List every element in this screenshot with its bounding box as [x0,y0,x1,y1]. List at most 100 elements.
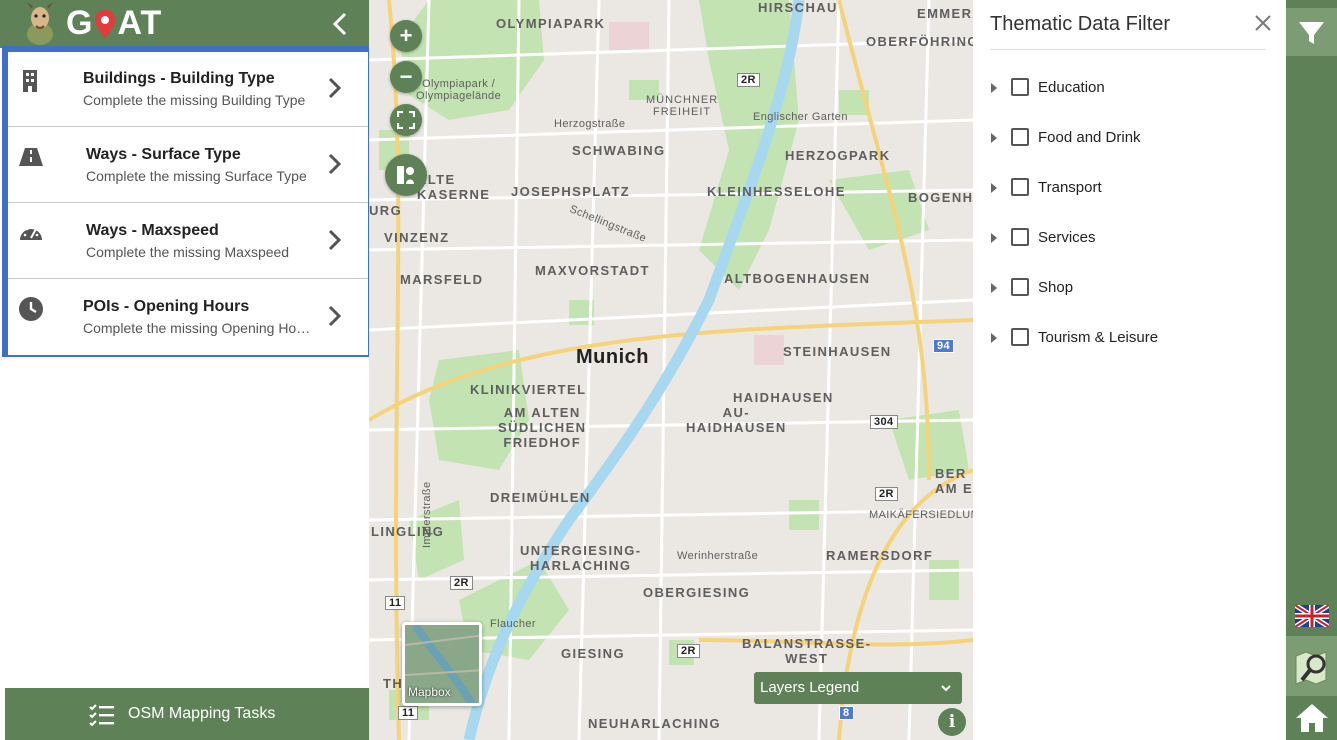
mapping-task-list: Buildings - Building Type Complete the m… [2,46,374,357]
filter-item-education[interactable]: Education [990,75,1270,101]
task-surface-type[interactable]: Ways - Surface Type Complete the missing… [8,128,368,203]
filter-item-transport[interactable]: Transport [990,175,1270,201]
map-label: Herzogstraße [554,118,626,130]
map-label: BALANSTRASSE- WEST [742,636,872,666]
zoom-out-button[interactable]: − [390,61,422,93]
info-icon: i [948,712,956,732]
road-badge: 2R [677,644,700,658]
task-opening-hours[interactable]: POIs - Opening Hours Complete the missin… [8,280,368,355]
divider [990,49,1266,50]
caret-right-icon[interactable] [990,82,998,94]
filter-label: Services [1038,229,1096,246]
filter-label: Food and Drink [1038,129,1141,146]
task-title: Ways - Maxspeed [86,222,219,239]
map-label: MAXVORSTADT [535,263,650,278]
map-label: MÜNCHNER FREIHEIT [646,94,719,118]
map-label: Flaucher [490,618,536,630]
city-label: Munich [576,346,649,368]
road-badge: 2R [450,576,473,590]
map-label: HAIDHAUSEN [733,390,834,405]
road-badge: 94 [933,339,955,353]
uk-flag-icon[interactable] [1295,605,1329,627]
isochrone-tool-button[interactable] [385,154,427,196]
filter-item-food-and-drink[interactable]: Food and Drink [990,125,1270,151]
map-person-icon [397,166,414,184]
checkbox[interactable] [1011,278,1029,296]
filter-label: Shop [1038,279,1074,296]
map-magnifier-icon [1295,651,1327,685]
basemap-label: Mapbox [408,685,451,699]
goat-mascot-logo [27,2,53,45]
caret-right-icon[interactable] [990,232,998,244]
osm-mapping-tasks-button[interactable]: OSM Mapping Tasks [5,688,369,740]
osm-mapping-tasks-label: OSM Mapping Tasks [128,705,276,722]
chevron-right-icon [328,153,342,175]
map-label: VINZENZ [384,230,450,245]
fullscreen-icon [397,111,415,129]
speedometer-icon [20,225,42,240]
building-icon [23,70,37,92]
task-title: Ways - Surface Type [86,146,241,163]
fullscreen-button[interactable] [390,104,422,136]
map-label: MARSFELD [400,272,484,287]
map-label: AM ALTEN SÜDLICHEN FRIEDHOF [498,405,587,450]
caret-right-icon[interactable] [990,332,998,344]
close-icon[interactable] [1252,12,1274,34]
road-badge: 11 [398,706,419,720]
map-label: TH [383,676,404,691]
map-label: JOSEPHSPLATZ [511,184,631,199]
checkbox[interactable] [1011,178,1029,196]
layers-legend-dropdown[interactable]: Layers Legend [754,672,962,704]
task-subtitle: Complete the missing Surface Type [86,168,307,184]
map-label: KLEINHESSELOHE [707,184,846,199]
map-label: KLINIKVIERTEL [470,382,587,397]
caret-right-icon[interactable] [990,282,998,294]
map-label: HIRSCHAU [758,0,838,15]
map-label: Olympiapark / Olympiagelände [416,78,502,102]
checklist-icon [89,704,114,726]
info-button[interactable]: i [938,708,966,736]
chevron-down-icon [941,685,951,692]
map-label: UNTERGIESING- HARLACHING [520,543,642,573]
filter-item-tourism-and-leisure[interactable]: Tourism & Leisure [990,325,1270,351]
road-badge: 8 [839,706,854,720]
road-badge: 2R [737,73,760,87]
map-label: DREIMÜHLEN [490,490,591,505]
map-label: OBERGIESING [643,585,751,600]
map-search-button[interactable] [1286,636,1337,696]
map-label: URG [369,203,403,218]
road-badge: 304 [870,415,898,429]
checkbox[interactable] [1011,128,1029,146]
home-icon[interactable] [1294,702,1330,734]
filter-panel-title: Thematic Data Filter [990,13,1171,35]
filter-item-shop[interactable]: Shop [990,275,1270,301]
collapse-panel-button[interactable] [328,10,354,38]
map-label: Implerstraße [421,481,433,548]
road-badge: 2R [875,487,898,501]
minus-icon: − [399,64,413,89]
basemap-switcher[interactable]: Mapbox [402,622,482,706]
chevron-right-icon [328,305,342,327]
checkbox[interactable] [1011,228,1029,246]
map-label: OBERFÖHRING [866,34,973,49]
task-building-type[interactable]: Buildings - Building Type Complete the m… [8,52,368,127]
map-label: LINGLING [371,524,445,539]
map-label: STEINHAUSEN [783,344,892,359]
caret-right-icon[interactable] [990,182,998,194]
clock-icon [19,297,43,321]
checkbox[interactable] [1011,78,1029,96]
checkbox[interactable] [1011,328,1029,346]
filter-item-services[interactable]: Services [990,225,1270,251]
task-maxspeed[interactable]: Ways - Maxspeed Complete the missing Max… [8,204,368,279]
map-label: ALTBOGENHAUSEN [724,271,871,286]
caret-right-icon[interactable] [990,132,998,144]
map-label: OLYMPIAPARK [496,16,606,31]
filter-label: Transport [1038,179,1102,196]
thematic-filter-panel: Thematic Data Filter Education Food and … [973,0,1286,740]
zoom-in-button[interactable]: + [390,20,422,52]
filter-toggle-button[interactable] [1286,8,1337,56]
map-label: BER AM ES [935,466,973,496]
chevron-right-icon [328,229,342,251]
right-toolbar [1286,0,1337,740]
map-label: RAMERSDORF [826,548,934,563]
